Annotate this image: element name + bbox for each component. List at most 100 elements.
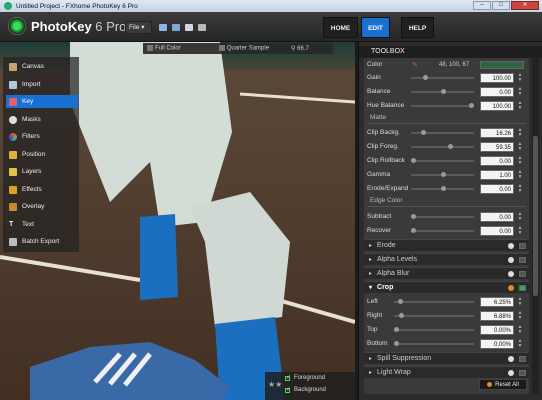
star-icon[interactable]: ★★ — [268, 380, 282, 389]
checkbox-icon[interactable]: ✓ — [285, 387, 291, 393]
maximize-button[interactable]: □ — [492, 1, 510, 10]
param-value[interactable]: 100.00 — [480, 72, 514, 83]
full-color-toggle[interactable]: Full Color — [147, 45, 181, 52]
spinner[interactable] — [516, 297, 524, 307]
slider-knob[interactable] — [469, 102, 474, 108]
reset-icon[interactable] — [508, 369, 514, 376]
param-value[interactable]: 0.00 — [480, 183, 514, 194]
tool-text[interactable]: T Text — [6, 218, 78, 231]
param-value[interactable]: 0.00 — [480, 86, 514, 97]
slider-knob[interactable] — [441, 88, 446, 94]
spinner[interactable] — [516, 73, 524, 83]
param-slider[interactable] — [394, 326, 474, 332]
enable-toggle[interactable] — [519, 369, 526, 376]
param-value[interactable]: 0.00 — [480, 225, 514, 236]
param-value[interactable]: 6.25% — [480, 296, 514, 307]
param-slider[interactable] — [394, 312, 474, 318]
tool-filters[interactable]: Filters — [6, 130, 78, 143]
spinner[interactable] — [516, 128, 524, 138]
param-slider[interactable] — [411, 88, 474, 94]
reset-icon[interactable] — [508, 284, 514, 291]
tool-batch-export[interactable]: Batch Export — [6, 235, 78, 248]
slider-knob[interactable] — [411, 213, 416, 219]
group-light-wrap[interactable]: ▸ Light Wrap — [364, 366, 529, 378]
param-value[interactable]: 6.88% — [480, 310, 514, 321]
reset-icon[interactable] — [508, 270, 514, 277]
reset-icon[interactable] — [508, 242, 514, 249]
file-menu[interactable]: File ▾ — [125, 21, 152, 34]
param-slider[interactable] — [411, 102, 474, 108]
spinner[interactable] — [516, 142, 524, 152]
help-button[interactable]: HELP — [401, 17, 434, 38]
enable-toggle[interactable] — [519, 242, 526, 249]
print-icon[interactable] — [198, 24, 206, 31]
group-spill-suppression[interactable]: ▸ Spill Suppression — [364, 352, 529, 364]
slider-knob[interactable] — [394, 340, 399, 346]
minimize-button[interactable]: – — [473, 1, 491, 10]
reset-icon[interactable] — [508, 355, 514, 362]
reset-icon[interactable] — [508, 256, 514, 263]
spinner[interactable] — [516, 170, 524, 180]
tool-position[interactable]: Position — [6, 148, 78, 161]
color-swatch[interactable] — [480, 60, 524, 69]
slider-knob[interactable] — [423, 74, 428, 80]
close-button[interactable]: ✕ — [511, 1, 539, 10]
spinner[interactable] — [516, 311, 524, 321]
layer-foreground[interactable]: ✓ Foreground — [285, 375, 325, 381]
spinner[interactable] — [516, 184, 524, 194]
enable-toggle[interactable] — [519, 355, 526, 362]
checkbox-icon[interactable]: ✓ — [285, 375, 291, 381]
slider-knob[interactable] — [399, 312, 404, 318]
param-slider[interactable] — [411, 213, 474, 219]
param-value[interactable]: 100.00 — [480, 100, 514, 111]
param-slider[interactable] — [411, 157, 474, 163]
spinner[interactable] — [516, 226, 524, 236]
email-icon[interactable] — [185, 24, 193, 31]
param-slider[interactable] — [411, 171, 474, 177]
spinner[interactable] — [516, 87, 524, 97]
param-value[interactable]: 1.00 — [480, 169, 514, 180]
tool-key[interactable]: Key — [6, 95, 78, 108]
group-crop[interactable]: ▾ Crop — [364, 281, 529, 293]
zoom-control[interactable]: ⚲ 66.7 — [291, 45, 309, 52]
reset-all-button[interactable]: Reset All — [479, 379, 527, 390]
spinner[interactable] — [516, 156, 524, 166]
param-value[interactable]: 0.00% — [480, 324, 514, 335]
slider-knob[interactable] — [394, 326, 399, 332]
spinner[interactable] — [516, 339, 524, 349]
slider-knob[interactable] — [411, 157, 416, 163]
open-project-icon[interactable] — [172, 24, 180, 31]
slider-knob[interactable] — [421, 129, 426, 135]
scrollbar-thumb[interactable] — [533, 136, 538, 296]
group-erode[interactable]: ▸ Erode — [364, 239, 529, 251]
group-alpha-blur[interactable]: ▸ Alpha Blur — [364, 267, 529, 279]
enable-toggle[interactable] — [519, 284, 526, 291]
spinner[interactable] — [516, 212, 524, 222]
enable-toggle[interactable] — [519, 270, 526, 277]
slider-knob[interactable] — [448, 143, 453, 149]
toolbox-scrollbar[interactable] — [532, 58, 539, 394]
quarter-sample-toggle[interactable]: Quarter Sample — [218, 45, 269, 52]
enable-toggle[interactable] — [519, 256, 526, 263]
eyedropper-icon[interactable]: ✎ — [412, 61, 418, 69]
param-slider[interactable] — [411, 227, 474, 233]
param-value[interactable]: 16.26 — [480, 127, 514, 138]
tool-effects[interactable]: Effects — [6, 183, 78, 196]
param-slider[interactable] — [411, 74, 474, 80]
param-value[interactable]: 0.00% — [480, 338, 514, 349]
tool-canvas[interactable]: Canvas — [6, 60, 78, 73]
slider-knob[interactable] — [441, 171, 446, 177]
param-slider[interactable] — [411, 129, 474, 135]
param-value[interactable]: 0.00 — [480, 211, 514, 222]
param-value[interactable]: 59.35 — [480, 141, 514, 152]
spinner[interactable] — [516, 325, 524, 335]
tool-masks[interactable]: Masks — [6, 113, 78, 126]
param-slider[interactable] — [394, 340, 474, 346]
param-slider[interactable] — [411, 143, 474, 149]
layer-background[interactable]: ✓ Background — [285, 387, 326, 393]
tool-overlay[interactable]: Overlay — [6, 200, 78, 213]
tool-layers[interactable]: Layers — [6, 165, 78, 178]
slider-knob[interactable] — [411, 227, 416, 233]
tool-import[interactable]: Import — [6, 78, 78, 91]
param-slider[interactable] — [411, 185, 474, 191]
